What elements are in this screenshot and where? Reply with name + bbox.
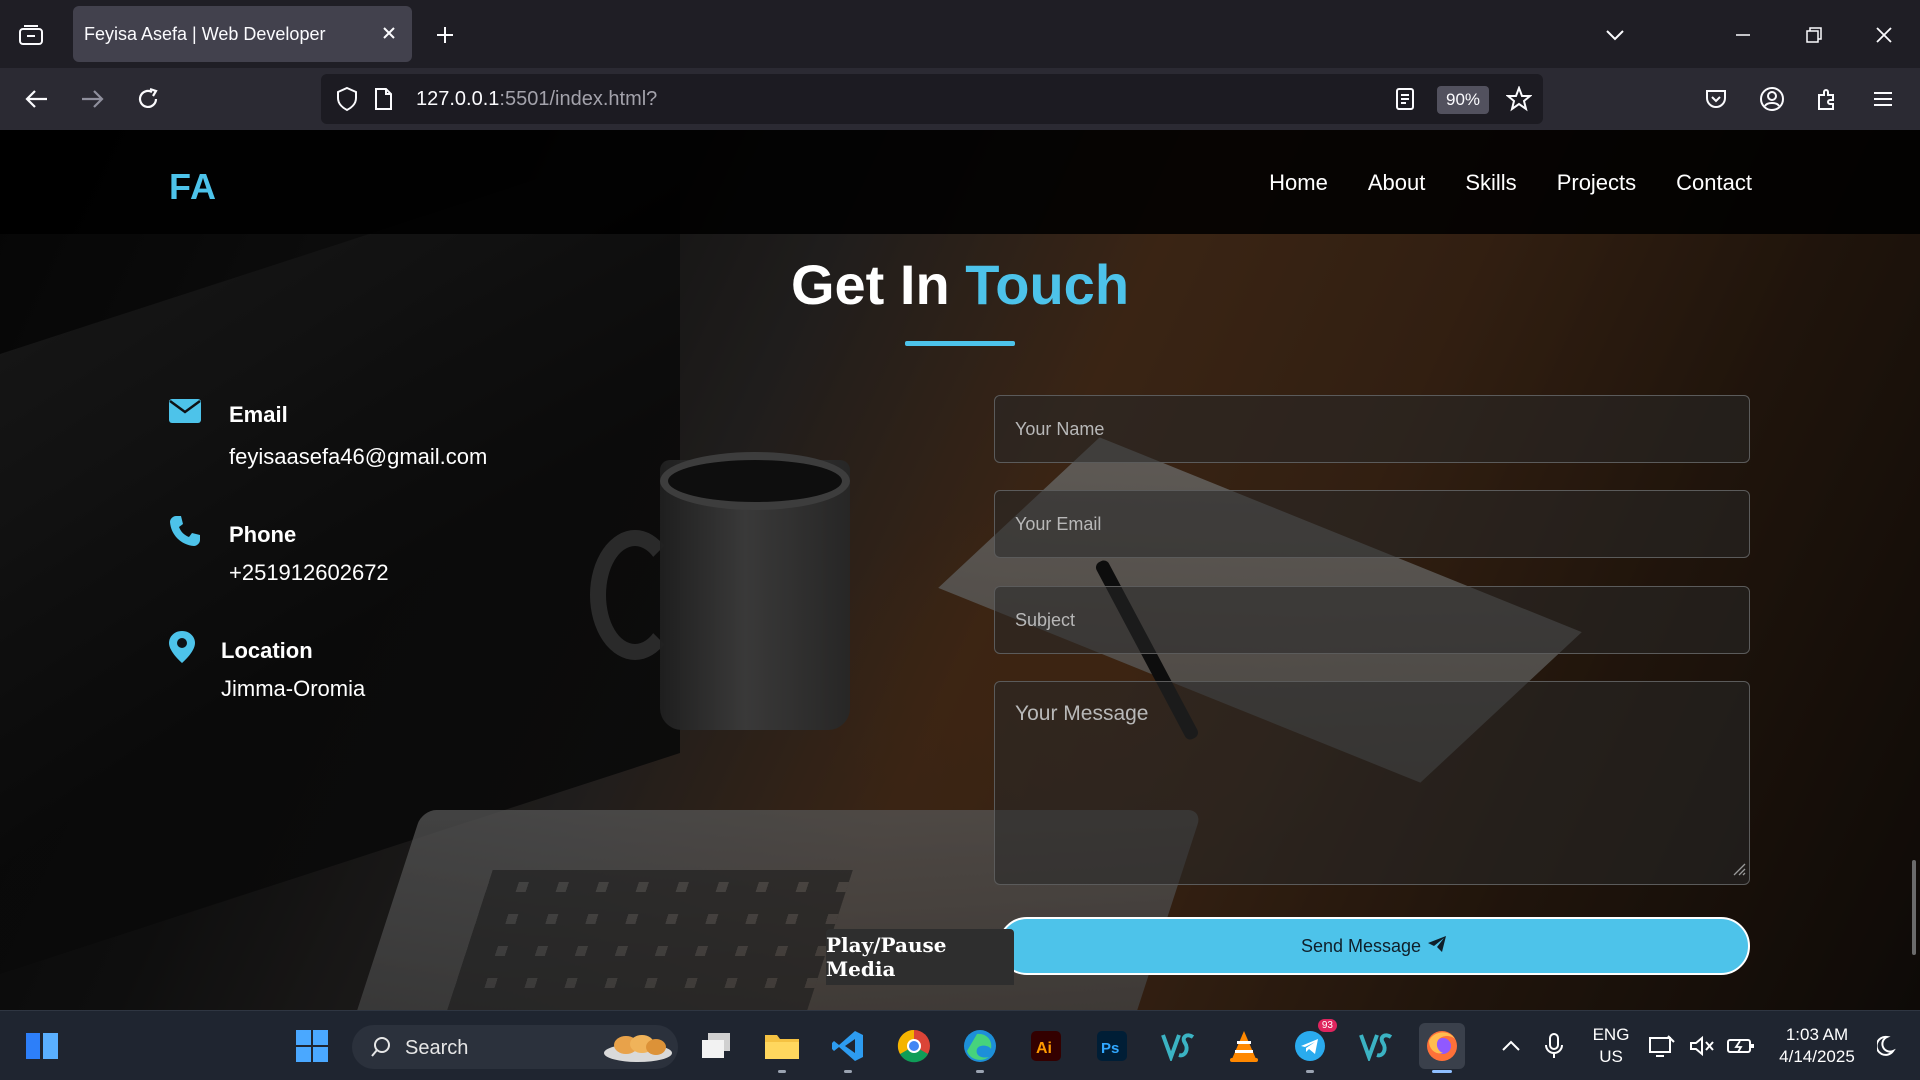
envelope-icon (168, 398, 204, 434)
tab-title: Feyisa Asefa | Web Developer (84, 24, 326, 44)
firefox-icon[interactable] (1419, 1023, 1465, 1073)
start-windows-icon[interactable] (289, 1023, 335, 1069)
url-bar[interactable]: 127.0.0.1:5501/index.html? 90% (321, 74, 1543, 124)
browser-toolbar: 127.0.0.1:5501/index.html? 90% (0, 68, 1920, 130)
nav-link-skills[interactable]: Skills (1465, 170, 1516, 196)
restore-icon[interactable] (1797, 18, 1831, 52)
reload-icon[interactable] (129, 80, 167, 118)
page-scrollbar-thumb[interactable] (1912, 860, 1916, 955)
volume-muted-icon[interactable] (1682, 1023, 1722, 1069)
forward-arrow-icon[interactable] (73, 80, 111, 118)
language-indicator[interactable]: ENG US (1584, 1024, 1638, 1068)
illustrator-icon[interactable]: Ai (1023, 1023, 1069, 1069)
name-input[interactable] (994, 395, 1750, 463)
phone-label: Phone (229, 522, 297, 547)
battery-charging-icon[interactable] (1721, 1023, 1761, 1069)
email-value: feyisaasefa46@gmail.com (229, 444, 488, 469)
back-arrow-icon[interactable] (18, 80, 56, 118)
svg-text:Ps: Ps (1101, 1040, 1119, 1057)
task-view-icon[interactable] (693, 1023, 739, 1069)
email-label: Email (229, 402, 288, 427)
chrome-icon[interactable] (891, 1023, 937, 1069)
minimize-icon[interactable] (1726, 18, 1760, 52)
section-title: Get In Touch (790, 253, 1130, 316)
app-vs-icon[interactable] (1155, 1023, 1201, 1069)
tab-list-icon[interactable] (14, 18, 48, 52)
resize-grip-icon[interactable] (1730, 860, 1746, 876)
message-textarea[interactable] (994, 681, 1750, 885)
vscode-icon[interactable] (825, 1023, 871, 1073)
account-icon[interactable] (1753, 80, 1791, 118)
running-indicator (1306, 1070, 1314, 1073)
phone-icon (168, 514, 204, 550)
app-vs-icon-2[interactable] (1353, 1023, 1399, 1069)
running-indicator (844, 1070, 852, 1073)
site-nav: Home About Skills Projects Contact (1269, 170, 1752, 196)
title-underline (905, 341, 1015, 346)
bookmark-star-icon[interactable] (1505, 85, 1533, 117)
browser-tab-active[interactable]: Feyisa Asefa | Web Developer (73, 6, 412, 62)
site-logo[interactable]: FA (169, 166, 217, 208)
pocket-icon[interactable] (1697, 80, 1735, 118)
network-icon[interactable] (1642, 1023, 1682, 1069)
shield-icon[interactable] (335, 86, 359, 117)
language-line2: US (1599, 1047, 1623, 1066)
vlc-icon[interactable] (1221, 1023, 1267, 1069)
search-highlight-image (602, 1029, 674, 1070)
send-message-button[interactable]: Send Message (998, 917, 1750, 975)
map-pin-icon (168, 630, 204, 666)
close-window-icon[interactable] (1867, 18, 1901, 52)
list-all-tabs-chevron-icon[interactable] (1598, 18, 1632, 52)
phone-value: +251912602672 (229, 560, 389, 585)
active-indicator (1432, 1070, 1452, 1073)
search-label: Search (405, 1037, 469, 1059)
telegram-icon[interactable]: 93 (1287, 1019, 1337, 1073)
subject-input[interactable] (994, 586, 1750, 654)
photoshop-icon[interactable]: Ps (1089, 1023, 1135, 1069)
nav-link-contact[interactable]: Contact (1676, 170, 1752, 196)
clock-time: 1:03 AM (1785, 1025, 1849, 1044)
nav-link-about[interactable]: About (1368, 170, 1426, 196)
email-input[interactable] (994, 490, 1750, 558)
location-label: Location (221, 638, 313, 663)
focus-moon-icon[interactable] (1868, 1023, 1908, 1069)
paper-plane-icon (1427, 935, 1447, 958)
microphone-icon[interactable] (1531, 1023, 1577, 1069)
widgets-icon[interactable] (19, 1023, 65, 1069)
play-pause-media-button[interactable]: Play/Pause Media (826, 929, 1014, 985)
url-text[interactable]: 127.0.0.1:5501/index.html? (416, 88, 657, 111)
nav-link-projects[interactable]: Projects (1557, 170, 1636, 196)
extensions-icon[interactable] (1808, 80, 1846, 118)
zoom-level-badge[interactable]: 90% (1437, 86, 1489, 114)
tray-chevron-up-icon[interactable] (1488, 1023, 1534, 1069)
send-message-label: Send Message (1300, 935, 1422, 956)
running-indicator (778, 1070, 786, 1073)
location-value: Jimma-Oromia (221, 676, 366, 701)
clock-date: 4/14/2025 (1779, 1047, 1855, 1066)
edge-icon[interactable] (957, 1023, 1003, 1073)
reader-view-icon[interactable] (1394, 87, 1416, 116)
page-info-icon[interactable] (373, 87, 393, 116)
site-header: FA Home About Skills Projects Contact (0, 130, 1920, 234)
new-tab-icon[interactable] (430, 20, 460, 50)
nav-link-home[interactable]: Home (1269, 170, 1328, 196)
web-page: FA Home About Skills Projects Contact Ge… (0, 130, 1920, 1010)
menu-hamburger-icon[interactable] (1864, 80, 1902, 118)
file-explorer-icon[interactable] (759, 1023, 805, 1073)
clock[interactable]: 1:03 AM 4/14/2025 (1767, 1024, 1867, 1068)
search-icon (370, 1036, 392, 1063)
svg-text:Ai: Ai (1036, 1040, 1052, 1057)
browser-tab-bar: Feyisa Asefa | Web Developer (0, 0, 1920, 68)
telegram-unread-badge: 93 (1317, 1019, 1337, 1032)
windows-taskbar: Search Ai Ps 93 ENG US 1:03 AM 4/14/2025 (0, 1010, 1920, 1080)
language-line1: ENG (1592, 1025, 1630, 1044)
close-tab-icon[interactable] (378, 22, 400, 44)
running-indicator (976, 1070, 984, 1073)
taskbar-search-box[interactable]: Search (352, 1025, 678, 1069)
